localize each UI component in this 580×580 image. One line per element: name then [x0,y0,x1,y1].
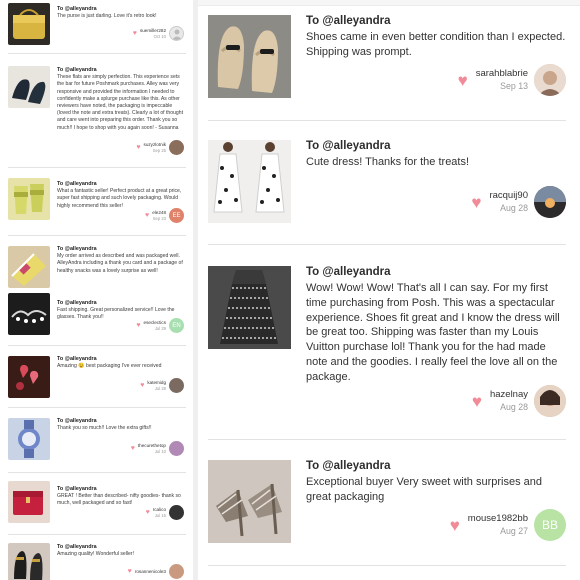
review-text: My order arrived as described and was pa… [57,253,183,274]
heart-icon[interactable]: ♥ [136,322,140,329]
top-strip [198,0,580,6]
item-thumbnail[interactable] [8,356,50,398]
heart-icon[interactable]: ♥ [128,568,132,575]
separator [8,53,186,54]
item-thumbnail[interactable] [8,481,50,523]
item-thumbnail[interactable] [8,66,50,108]
review-recipient[interactable]: To @alleyandra [306,460,391,472]
avatar[interactable] [169,505,184,520]
reviewer-username[interactable]: hazelnay [490,389,528,401]
heart-icon[interactable]: ♥ [145,212,149,219]
review-text: These flats are simply perfection. This … [57,74,184,131]
review-recipient[interactable]: To @alleyandra [306,266,391,278]
review-text: The purse is just darling. Love it's ret… [57,13,157,20]
item-thumbnail[interactable] [208,460,291,543]
review-date: Jul 29 [154,325,166,331]
left-review-column: To @alleyandra The purse is just darling… [0,0,193,580]
heart-icon[interactable]: ♥ [472,393,482,410]
heart-icon[interactable]: ♥ [140,382,144,389]
review-recipient[interactable]: To @alleyandra [57,300,185,307]
review-recipient[interactable]: To @alleyandra [57,486,185,493]
reviewer-username[interactable]: rcalico [153,507,166,512]
review-date: Aug 28 [500,402,528,412]
reviewer-username[interactable]: suemiller282 [140,28,166,33]
item-thumbnail[interactable] [8,543,50,580]
heart-icon[interactable]: ♥ [133,30,137,37]
reviewer-username[interactable]: mouse1982bb [468,513,528,525]
review-date: Sep 23 [152,215,166,221]
review-date: Sep 25 [152,147,166,153]
review-text: Wow! Wow! Wow! That's all I can say. For… [306,282,560,383]
item-thumbnail[interactable] [208,266,291,349]
separator [8,235,186,236]
separator [8,407,186,408]
reviewer-username[interactable]: ele248 [152,210,166,215]
avatar[interactable] [534,64,566,96]
avatar[interactable] [534,385,566,417]
heart-icon[interactable]: ♥ [458,72,468,89]
item-thumbnail[interactable] [208,140,291,223]
avatar[interactable]: BB [534,509,566,541]
review-text: Exceptional buyer Very sweet with surpri… [306,476,543,503]
separator [208,565,566,566]
item-thumbnail[interactable] [8,246,50,288]
separator [8,472,186,473]
avatar[interactable] [534,186,566,218]
item-thumbnail[interactable] [8,418,50,460]
review-date: Jul 15 [154,512,166,518]
avatar[interactable] [169,140,184,155]
avatar[interactable]: EN [169,318,184,333]
heart-icon[interactable]: ♥ [131,445,135,452]
review-date: Aug 27 [500,526,528,536]
reviewer-username[interactable]: eseclectics [144,320,166,325]
reviewer-username[interactable]: thecurethetop [138,443,166,448]
separator [208,439,566,440]
review-date: Aug 28 [500,203,528,213]
item-thumbnail[interactable] [8,3,50,45]
avatar[interactable] [169,564,184,579]
review-date: Jul 28 [154,385,166,391]
separator [8,167,186,168]
separator [8,345,186,346]
heart-icon[interactable]: ♥ [471,194,481,211]
item-thumbnail[interactable] [208,15,291,98]
avatar[interactable]: EE [169,208,184,223]
separator [8,534,186,535]
heart-icon[interactable]: ♥ [146,509,150,516]
review-recipient[interactable]: To @alleyandra [57,6,185,13]
item-thumbnail[interactable] [8,178,50,220]
separator [208,120,566,121]
review-recipient[interactable]: To @alleyandra [57,67,185,74]
reviewer-username[interactable]: sarahblabrie [476,68,528,80]
reviewer-username[interactable]: racquij90 [489,190,528,202]
review-date: Sep 13 [500,81,528,91]
review-text: Shoes came in even better condition than… [306,31,566,58]
review-date: Oct 10 [153,33,166,39]
review-text: Thank you so much!! Love the extra gifts… [57,425,152,432]
review-recipient[interactable]: To @alleyandra [306,140,391,152]
review-recipient[interactable]: To @alleyandra [57,544,185,551]
review-text: Amazing quality! Wonderful seller! [57,551,134,558]
reviewer-username[interactable]: rosannenicole3 [135,569,166,574]
review-date: Jul 10 [154,448,166,454]
separator [208,244,566,245]
reviewer-username[interactable]: suzyzlotnik [144,142,166,147]
avatar[interactable] [169,378,184,393]
review-text: Cute dress! Thanks for the treats! [306,156,470,168]
review-text: Amazing 😉 best packaging I've ever recei… [57,363,162,370]
review-recipient[interactable]: To @alleyandra [57,181,185,188]
avatar[interactable] [169,441,184,456]
reviewer-username[interactable]: katemidg [147,380,166,385]
review-text: What a fantastic seller! Perfect product… [57,188,182,209]
avatar[interactable] [169,26,184,41]
heart-icon[interactable]: ♥ [450,517,460,534]
review-recipient[interactable]: To @alleyandra [57,418,185,425]
review-recipient[interactable]: To @alleyandra [306,15,391,27]
review-recipient[interactable]: To @alleyandra [57,246,185,253]
right-review-column: To @alleyandra Shoes came in even better… [198,0,580,580]
item-thumbnail[interactable] [8,293,50,335]
heart-icon[interactable]: ♥ [136,144,140,151]
